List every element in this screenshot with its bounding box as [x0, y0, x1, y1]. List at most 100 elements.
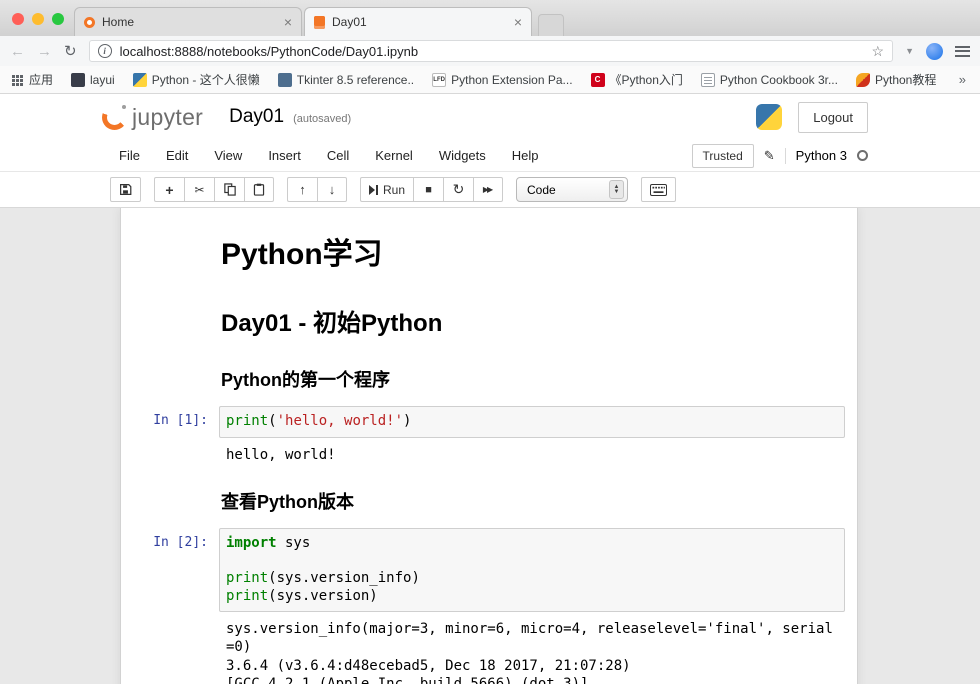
insert-cell-button[interactable]: +	[154, 177, 184, 202]
markdown-cell[interactable]: 查看Python版本	[121, 471, 852, 523]
bookmark-item[interactable]: Python教程	[856, 71, 936, 88]
bookmark-item[interactable]: Tkinter 8.5 reference..	[278, 73, 414, 87]
prompt-spacer	[121, 354, 219, 361]
code-cell[interactable]: In [1]:print('hello, world!')hello, worl…	[121, 401, 852, 471]
logout-button[interactable]: Logout	[798, 102, 868, 133]
bookmark-item[interactable]: C《Python入门	[591, 71, 683, 88]
close-tab-icon[interactable]: ×	[514, 15, 522, 29]
downloads-chevron-icon[interactable]: ▼	[905, 46, 914, 56]
bookmark-label: layui	[90, 73, 115, 87]
kernel-idle-icon	[857, 150, 868, 161]
markdown-cell[interactable]: Python学习	[121, 216, 852, 284]
tab-title: Home	[102, 15, 277, 29]
jupyter-menubar-items: FileEditViewInsertCellKernelWidgetsHelp	[106, 143, 552, 168]
menu-file[interactable]: File	[106, 143, 153, 168]
heading: 查看Python版本	[221, 488, 847, 514]
tab-day01[interactable]: Day01 ×	[304, 7, 532, 36]
close-window-button[interactable]	[12, 13, 24, 25]
cell-type-select[interactable]: Code ▲ ▼	[516, 177, 628, 202]
back-icon[interactable]: ←	[10, 44, 25, 59]
bookmarks-overflow-icon[interactable]: »	[955, 72, 970, 87]
book-favicon	[701, 73, 715, 87]
browser-menu-icon[interactable]	[955, 46, 970, 57]
bookmark-label: Python Extension Pa...	[451, 73, 572, 87]
reload-icon[interactable]: ↻	[64, 44, 77, 59]
save-icon	[119, 183, 132, 196]
cell-output: sys.version_info(major=3, minor=6, micro…	[219, 612, 845, 684]
globe-extension-icon[interactable]	[926, 43, 943, 60]
bookmark-star-icon[interactable]: ☆	[872, 43, 885, 60]
run-button[interactable]: Run	[360, 177, 413, 202]
menu-widgets[interactable]: Widgets	[426, 143, 499, 168]
python-favicon	[133, 73, 147, 87]
code-input[interactable]: import sys print(sys.version_info) print…	[219, 528, 845, 612]
restart-kernel-button[interactable]: ↻	[443, 177, 473, 202]
markdown-cell[interactable]: Day01 - 初始Python	[121, 284, 852, 349]
jupyter-menubar: FileEditViewInsertCellKernelWidgetsHelp …	[0, 140, 980, 172]
forward-icon[interactable]: →	[37, 44, 52, 59]
jupyter-logo-text: jupyter	[132, 104, 203, 131]
markdown-content: Python学习	[219, 221, 847, 279]
interrupt-kernel-button[interactable]: ■	[413, 177, 443, 202]
cell-row: Day01 - 初始Python	[121, 289, 847, 344]
code-token: sys	[277, 535, 311, 551]
cut-cell-button[interactable]: ✂	[184, 177, 214, 202]
code-input[interactable]: print('hello, world!')	[219, 406, 845, 438]
edit-button-group: + ✂	[154, 177, 274, 202]
code-token: print	[226, 570, 268, 586]
apps-grid-icon	[10, 73, 24, 87]
trusted-button[interactable]: Trusted	[692, 144, 754, 168]
edit-notebook-metadata-icon[interactable]: ✎	[764, 148, 775, 164]
close-tab-icon[interactable]: ×	[284, 15, 292, 29]
menu-insert[interactable]: Insert	[255, 143, 314, 168]
prompt-spacer	[121, 221, 219, 228]
notebook-cells: Python学习 Day01 - 初始Python Python的第一个程序 In […	[120, 208, 858, 684]
cell-row: Python的第一个程序	[121, 354, 847, 396]
window-controls	[12, 13, 64, 25]
notebook-title[interactable]: Day01	[229, 106, 284, 128]
jupyter-toolbar: + ✂ ↑ ↓ Run ■ ↻ ▶▶ Code ▲ ▼	[0, 172, 980, 208]
bookmark-item[interactable]: LFDPython Extension Pa...	[432, 73, 572, 87]
minimize-window-button[interactable]	[32, 13, 44, 25]
command-palette-button[interactable]	[641, 177, 676, 202]
cell-output-row: sys.version_info(major=3, minor=6, micro…	[121, 612, 847, 684]
tk-favicon	[278, 73, 292, 87]
markdown-cell[interactable]: Python的第一个程序	[121, 349, 852, 401]
cell-output-row: hello, world!	[121, 438, 847, 466]
layui-favicon	[71, 73, 85, 87]
paste-icon	[253, 183, 265, 196]
bookmark-item[interactable]: 应用	[10, 71, 53, 88]
url-text[interactable]: localhost:8888/notebooks/PythonCode/Day0…	[120, 44, 864, 59]
select-stepper-icon: ▲ ▼	[609, 180, 624, 199]
jupyter-logo[interactable]: jupyter	[102, 104, 203, 131]
new-tab-button[interactable]	[538, 14, 564, 36]
heading: Python的第一个程序	[221, 366, 847, 392]
menu-help[interactable]: Help	[499, 143, 552, 168]
menu-view[interactable]: View	[201, 143, 255, 168]
python-logo	[756, 104, 782, 130]
bookmark-item[interactable]: Python - 这个人很懒	[133, 71, 260, 88]
bookmark-item[interactable]: layui	[71, 73, 115, 87]
restart-run-all-button[interactable]: ▶▶	[473, 177, 503, 202]
address-bar[interactable]: i localhost:8888/notebooks/PythonCode/Da…	[89, 40, 894, 62]
c-favicon: C	[591, 73, 605, 87]
heading: Day01 - 初始Python	[221, 303, 847, 338]
menu-kernel[interactable]: Kernel	[362, 143, 426, 168]
bookmark-label: Python - 这个人很懒	[152, 71, 260, 88]
bookmark-item[interactable]: Python Cookbook 3r...	[701, 73, 838, 87]
code-cell[interactable]: In [2]:import sys print(sys.version_info…	[121, 523, 852, 684]
copy-cell-button[interactable]	[214, 177, 244, 202]
menu-edit[interactable]: Edit	[153, 143, 201, 168]
move-cell-down-button[interactable]: ↓	[317, 177, 347, 202]
run-button-group: Run ■ ↻ ▶▶	[360, 177, 503, 202]
save-button[interactable]	[110, 177, 141, 202]
menu-cell[interactable]: Cell	[314, 143, 362, 168]
tab-home[interactable]: Home ×	[74, 7, 302, 36]
zoom-window-button[interactable]	[52, 13, 64, 25]
page-info-icon[interactable]: i	[98, 44, 112, 58]
move-button-group: ↑ ↓	[287, 177, 347, 202]
divider	[785, 148, 786, 164]
paste-cell-button[interactable]	[244, 177, 274, 202]
plus-icon: +	[165, 182, 173, 198]
move-cell-up-button[interactable]: ↑	[287, 177, 317, 202]
